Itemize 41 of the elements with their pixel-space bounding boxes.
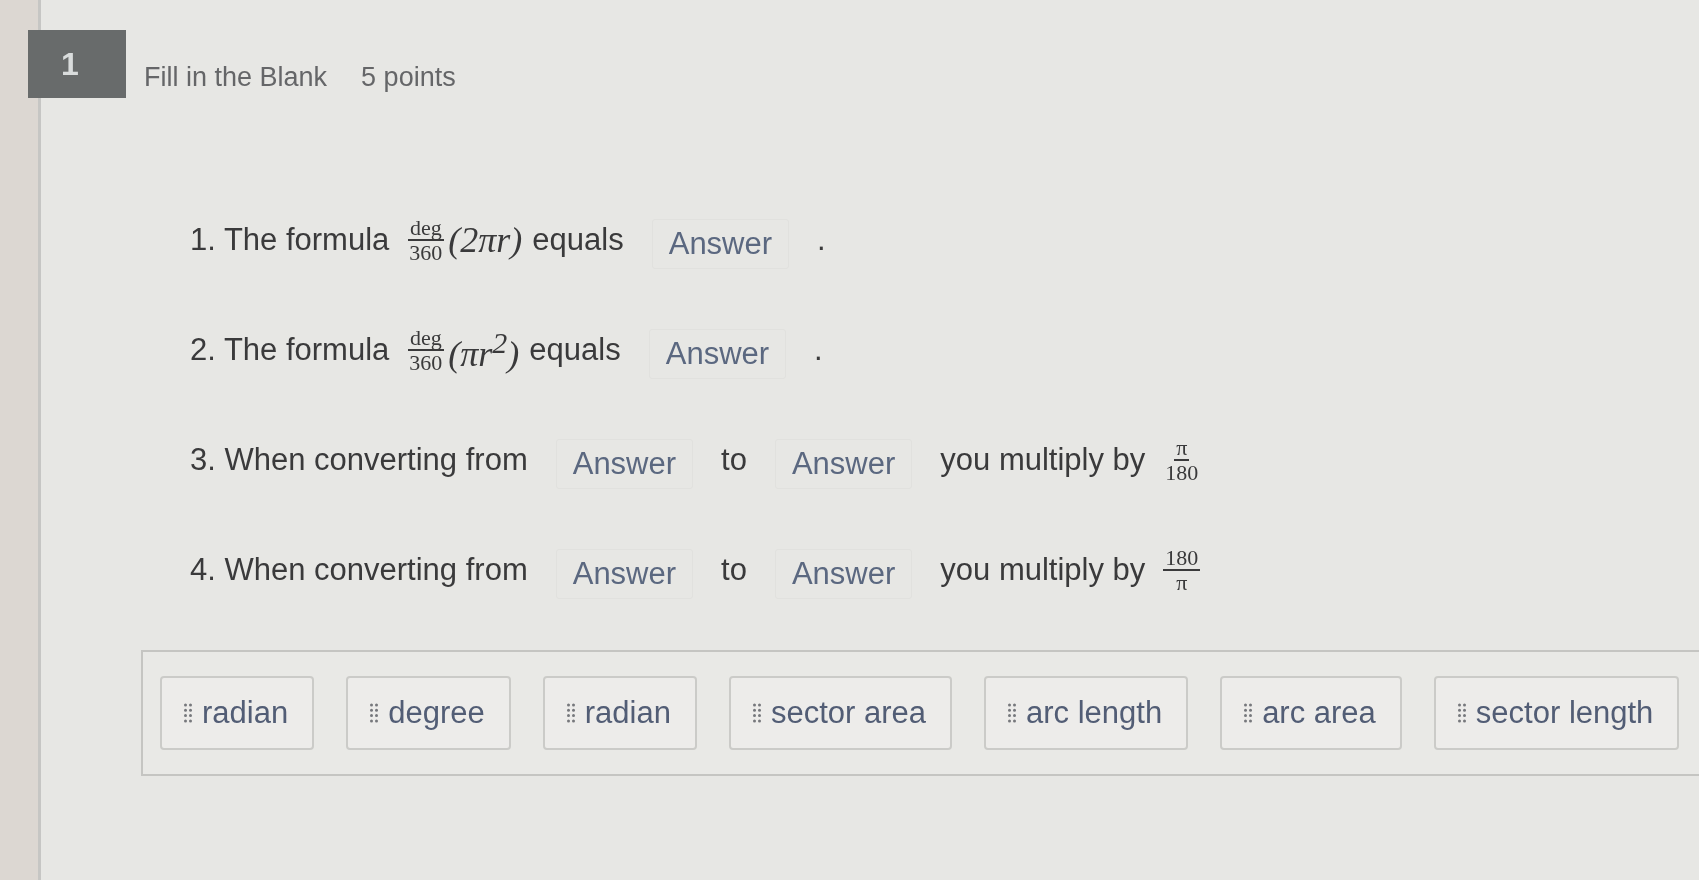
points-label: 5 points [361, 62, 456, 92]
drag-handle-icon [566, 703, 575, 723]
question-text: to [721, 552, 747, 588]
question-text: to [721, 442, 747, 478]
answer-blank[interactable]: Answer [651, 219, 790, 269]
draggable-answer[interactable]: arc length [984, 676, 1189, 750]
question-text: 3. When converting from [190, 442, 528, 478]
question-text: . [817, 222, 826, 258]
question-text: you multiply by [940, 442, 1146, 478]
fraction: deg 360 [407, 325, 445, 375]
draggable-answer[interactable]: radian [160, 676, 315, 750]
drag-handle-icon [752, 703, 761, 723]
drag-handle-icon [1244, 703, 1253, 723]
drag-handle-icon [184, 703, 192, 723]
math-expression: (2πr) [448, 219, 523, 261]
draggable-answer[interactable]: degree [346, 676, 511, 750]
question-text: 2. The formula [190, 332, 390, 368]
fraction: π 180 [1164, 435, 1200, 485]
question-text: 4. When converting from [190, 552, 528, 588]
question-text: 1. The formula [190, 222, 390, 258]
answer-blank[interactable]: Answer [774, 439, 913, 489]
question-number: 1 [28, 30, 126, 98]
drag-handle-icon [1457, 703, 1466, 723]
answer-blank[interactable]: Answer [648, 329, 787, 379]
question-text: equals [532, 222, 624, 258]
draggable-answer[interactable]: sector length [1433, 676, 1680, 750]
fraction: 180 π [1163, 545, 1201, 595]
question-type: Fill in the Blank [144, 62, 328, 92]
draggable-answer[interactable]: radian [542, 676, 697, 750]
drag-handle-icon [370, 703, 379, 723]
answer-blank[interactable]: Answer [555, 549, 694, 599]
answer-blank[interactable]: Answer [774, 549, 913, 599]
draggable-answer[interactable]: arc area [1220, 676, 1402, 750]
math-expression: (πr$^{2}$) [448, 325, 520, 375]
fraction: deg 360 [407, 215, 445, 265]
question-text: you multiply by [940, 552, 1146, 588]
question-text: . [814, 332, 823, 368]
answer-blank[interactable]: Answer [555, 439, 694, 489]
draggable-answer[interactable]: sector area [728, 676, 952, 750]
drag-handle-icon [1008, 703, 1016, 723]
question-text: equals [529, 332, 621, 368]
